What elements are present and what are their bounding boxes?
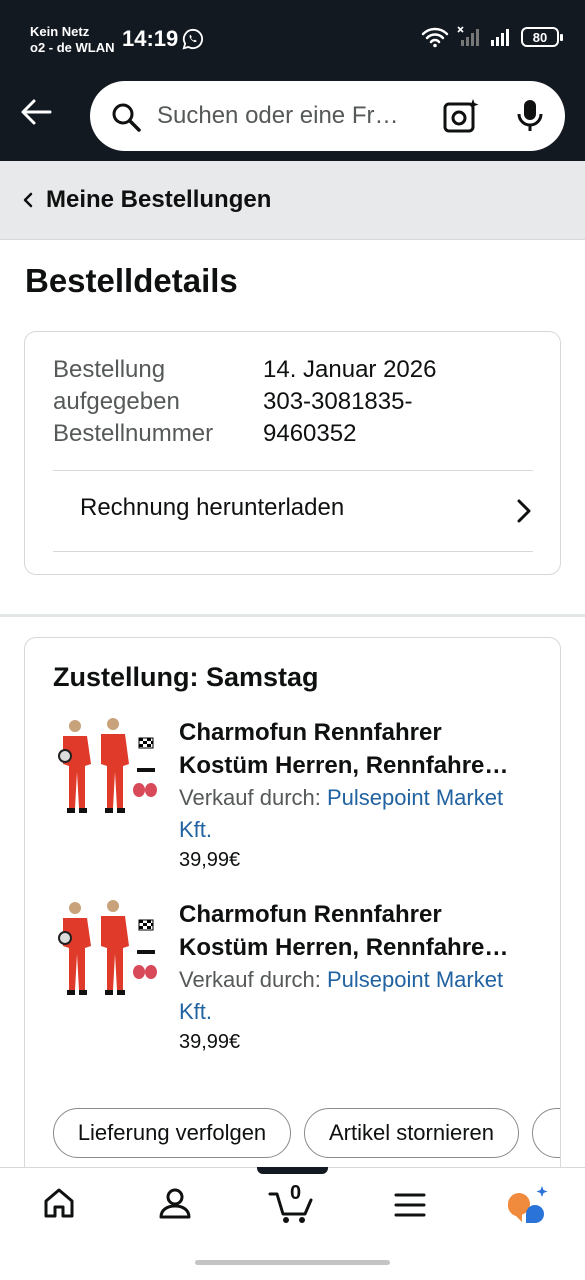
sold-by-label: Verkauf durch: [179,785,327,810]
chevron-left-icon [23,192,33,208]
chevron-right-icon [517,499,531,523]
product-title[interactable]: Charmofun Rennfahrer [179,898,539,931]
seller-link[interactable]: Pulsepoint Market [327,785,503,810]
list-item[interactable]: Charmofun Rennfahrer Kostüm Herren, Renn… [53,898,533,1068]
order-label-line: aufgegeben [53,388,180,415]
action-buttons: Lieferung verfolgen Artikel stornieren [53,1108,560,1160]
seller-link[interactable]: Kft. [179,999,212,1024]
active-tab-indicator [257,1167,328,1174]
status-time: 14:19 [122,26,179,51]
app-header: Kein Netz o2 - de WLAN 14:19 80 Suchen o… [0,0,585,161]
divider [53,551,533,552]
order-labels: Bestellung aufgegeben Bestellnummer [53,354,213,450]
product-title[interactable]: Charmofun Rennfahrer [179,716,539,749]
microphone-icon[interactable] [514,98,546,134]
order-date: 14. Januar 2026 [263,356,437,383]
rufus-icon[interactable] [504,1184,550,1226]
wifi-icon [421,27,449,48]
gesture-bar [195,1260,390,1265]
status-bar: Kein Netz o2 - de WLAN 14:19 80 [0,0,585,72]
product-title[interactable]: Kostüm Herren, Rennfahre… [179,749,539,782]
cancel-item-button[interactable]: Artikel stornieren [304,1108,519,1158]
more-action-button[interactable] [532,1108,560,1158]
no-signal-icon [457,26,479,46]
seller-link[interactable]: Pulsepoint Market [327,967,503,992]
order-label-line: Bestellung [53,356,166,383]
carrier-info: Kein Netz o2 - de WLAN [30,24,115,56]
signal-icon [491,29,509,46]
camera-search-icon[interactable] [442,97,480,135]
track-delivery-button[interactable]: Lieferung verfolgen [53,1108,291,1158]
seller-info: Verkauf durch: Pulsepoint Market Kft. [179,964,539,1028]
product-image[interactable] [53,716,157,826]
order-number-part2: 9460352 [263,420,357,447]
battery-indicator: 80 [521,27,563,47]
order-values: 14. Januar 2026 303-3081835- 9460352 [263,354,436,450]
whatsapp-icon [182,28,204,50]
order-label-line: Bestellnummer [53,420,214,447]
carrier-line1: Kein Netz [30,24,90,39]
search-input[interactable]: Suchen oder eine Fr… [157,102,398,130]
delivery-card: Zustellung: Samstag Charmofun Rennfahrer… [24,637,561,1197]
page-title: Bestelldetails [25,262,238,299]
home-icon[interactable] [42,1186,76,1220]
seller-link[interactable]: Kft. [179,817,212,842]
breadcrumb[interactable]: Meine Bestellungen [0,161,585,240]
search-icon [112,103,141,132]
product-price: 39,99€ [179,849,241,871]
breadcrumb-label[interactable]: Meine Bestellungen [46,186,271,214]
search-bar[interactable]: Suchen oder eine Fr… [90,81,565,151]
delivery-title: Zustellung: Samstag [53,662,319,692]
menu-icon[interactable] [393,1190,427,1220]
order-number-part1: 303-3081835- [263,388,413,415]
list-item[interactable]: Charmofun Rennfahrer Kostüm Herren, Renn… [53,716,533,886]
product-image[interactable] [53,898,157,1008]
product-title[interactable]: Kostüm Herren, Rennfahre… [179,931,539,964]
carrier-line2: o2 - de WLAN [30,40,115,55]
product-price: 39,99€ [179,1031,241,1053]
seller-info: Verkauf durch: Pulsepoint Market Kft. [179,782,539,846]
download-invoice-label: Rechnung herunterladen [80,494,345,521]
back-arrow-icon[interactable] [18,94,54,130]
cart-count: 0 [290,1182,302,1204]
section-separator [0,614,585,617]
order-info-card: Bestellung aufgegeben Bestellnummer 14. … [24,331,561,575]
sold-by-label: Verkauf durch: [179,967,327,992]
account-icon[interactable] [158,1186,192,1220]
download-invoice-row[interactable]: Rechnung herunterladen [53,471,533,551]
system-icons: 80 [421,26,563,48]
